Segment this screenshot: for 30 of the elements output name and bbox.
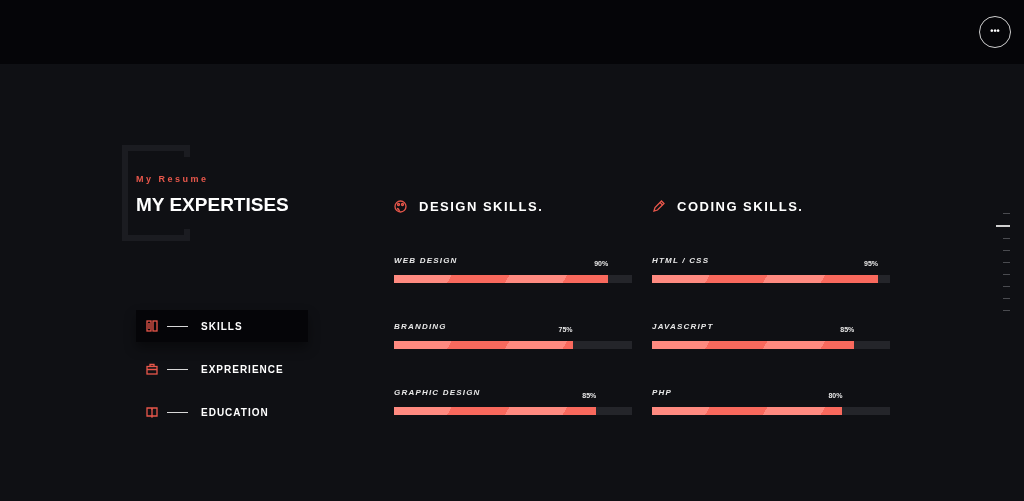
dash-line xyxy=(167,411,188,413)
section-title: MY EXPERTISES xyxy=(136,192,289,217)
page-indicator[interactable] xyxy=(996,225,1010,227)
skill-label: BRANDING xyxy=(394,320,447,333)
group-heading: DESIGN SKILLS. xyxy=(419,198,544,216)
books-icon xyxy=(146,320,158,332)
dash-line xyxy=(167,368,188,370)
pencil-icon xyxy=(652,200,665,214)
page-indicator[interactable] xyxy=(1003,250,1010,251)
skill-label: JAVASCRIPT xyxy=(652,320,714,333)
nav-item[interactable]: SKILLS xyxy=(136,310,308,342)
group-heading: CODING SKILLS. xyxy=(677,198,804,216)
skill-label: PHP xyxy=(652,386,673,399)
nav-item[interactable]: EDUCATION xyxy=(136,396,308,428)
skill-label: GRAPHIC DESIGN xyxy=(394,386,481,399)
page-indicator[interactable] xyxy=(1003,238,1010,239)
page-indicator[interactable] xyxy=(1003,213,1010,214)
page-indicator[interactable] xyxy=(1003,262,1010,263)
page-indicator[interactable] xyxy=(1003,286,1010,287)
briefcase-icon xyxy=(146,363,158,375)
book-icon xyxy=(146,406,158,418)
skill-label: HTML / CSS xyxy=(652,254,710,267)
skill-label: WEB DESIGN xyxy=(394,254,458,267)
palette-icon xyxy=(394,200,407,214)
page-indicator[interactable] xyxy=(1003,298,1010,299)
page-indicator[interactable] xyxy=(1003,274,1010,275)
dash-line xyxy=(167,325,188,327)
page-indicator[interactable] xyxy=(1003,310,1010,311)
subtitle: My Resume xyxy=(136,173,210,186)
nav-item[interactable]: EXPRERIENCE xyxy=(136,353,308,385)
